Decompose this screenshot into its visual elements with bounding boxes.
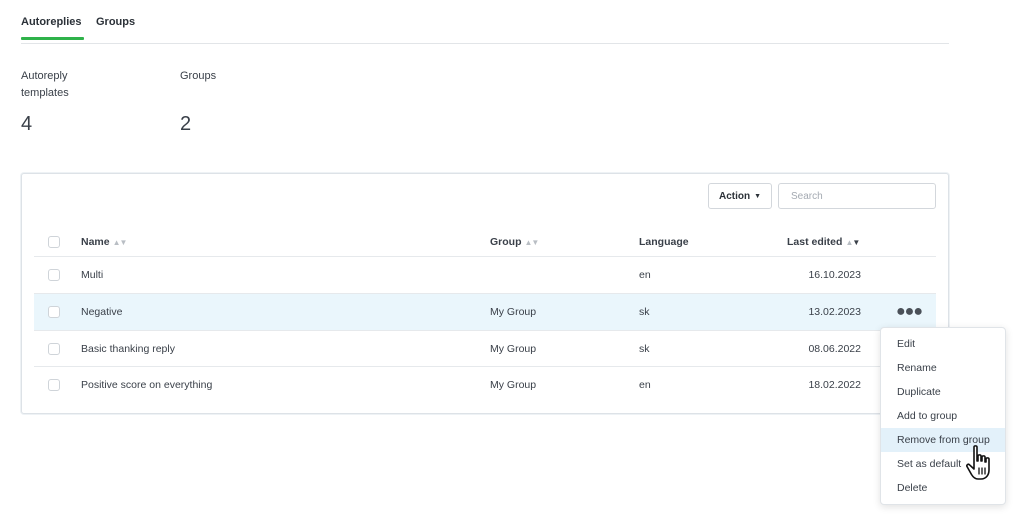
tab-bar: Autoreplies Groups xyxy=(21,0,949,44)
tab-groups[interactable]: Groups xyxy=(96,16,135,28)
row-checkbox[interactable] xyxy=(48,343,60,355)
menu-item-rename[interactable]: Rename xyxy=(881,356,1005,380)
more-horizontal-icon[interactable]: ●●● xyxy=(896,303,923,321)
cell-last-edited: 18.02.2022 xyxy=(808,379,861,391)
cell-language: en xyxy=(639,379,651,391)
cell-name: Multi xyxy=(81,269,104,281)
table-row[interactable]: Multi en 16.10.2023 xyxy=(34,256,936,293)
sort-arrows-icon[interactable]: ▲▼ xyxy=(525,238,540,247)
cell-last-edited: 08.06.2022 xyxy=(808,343,861,355)
row-checkbox[interactable] xyxy=(48,269,60,281)
row-checkbox[interactable] xyxy=(48,379,60,391)
menu-item-duplicate[interactable]: Duplicate xyxy=(881,380,1005,404)
menu-item-edit[interactable]: Edit xyxy=(881,332,1005,356)
templates-panel: Action ▼ Name ▲▼ Group ▲▼ Language Last … xyxy=(21,173,949,414)
cell-group: My Group xyxy=(490,306,537,318)
stat-label-templates: Autoreply templates xyxy=(21,68,69,102)
column-header-label: Name xyxy=(81,236,110,248)
table-row[interactable]: Negative My Group sk 13.02.2023 ●●● xyxy=(34,293,936,330)
action-dropdown-button[interactable]: Action ▼ xyxy=(708,183,772,209)
sort-arrows-icon[interactable]: ▲▼ xyxy=(845,238,860,247)
table-row[interactable]: Positive score on everything My Group en… xyxy=(34,366,936,403)
cell-name: Negative xyxy=(81,306,123,318)
cell-group: My Group xyxy=(490,379,537,391)
stat-value-templates: 4 xyxy=(21,113,33,135)
stat-label-groups: Groups xyxy=(180,68,216,85)
cell-last-edited: 13.02.2023 xyxy=(808,306,861,318)
table-row[interactable]: Basic thanking reply My Group sk 08.06.2… xyxy=(34,330,936,367)
column-header-label: Group xyxy=(490,236,522,248)
stat-value-groups: 2 xyxy=(180,113,192,135)
stat-label-line: Groups xyxy=(180,70,217,82)
column-header-group[interactable]: Group ▲▼ xyxy=(490,236,540,248)
cell-last-edited: 16.10.2023 xyxy=(808,269,861,281)
cell-language: sk xyxy=(639,306,650,318)
sort-arrows-icon[interactable]: ▲▼ xyxy=(113,238,128,247)
cell-language: en xyxy=(639,269,651,281)
caret-down-icon: ▼ xyxy=(754,192,762,200)
cell-name: Positive score on everything xyxy=(81,379,213,391)
cell-name: Basic thanking reply xyxy=(81,343,175,355)
search-input[interactable] xyxy=(778,183,936,209)
column-header-label: Language xyxy=(639,236,689,248)
menu-item-add-to-group[interactable]: Add to group xyxy=(881,404,1005,428)
column-header-label: Last edited xyxy=(787,236,843,248)
column-header-last-edited[interactable]: Last edited ▲▼ xyxy=(787,236,860,248)
column-header-language: Language xyxy=(639,236,689,248)
tab-autoreplies[interactable]: Autoreplies xyxy=(21,16,84,40)
hand-pointer-icon xyxy=(966,445,990,480)
select-all-checkbox[interactable] xyxy=(48,236,60,248)
cell-group: My Group xyxy=(490,343,537,355)
action-label: Action xyxy=(718,190,751,202)
column-header-name[interactable]: Name ▲▼ xyxy=(81,236,128,248)
cell-language: sk xyxy=(639,343,650,355)
stat-label-line: templates xyxy=(21,87,69,99)
row-checkbox[interactable] xyxy=(48,306,60,318)
stat-label-line: Autoreply xyxy=(21,70,68,82)
